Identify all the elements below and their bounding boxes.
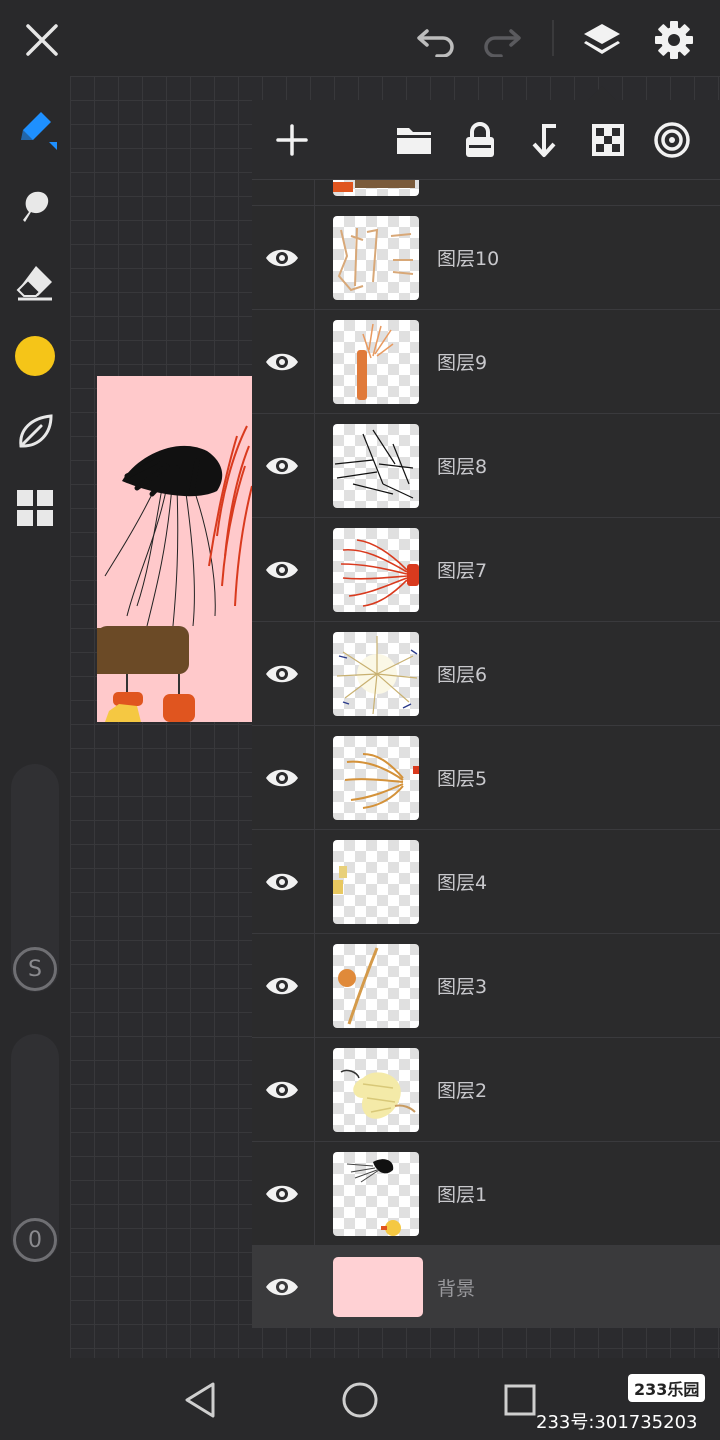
transparency-icon[interactable] [582,114,634,166]
layer-row-partial[interactable] [252,180,720,206]
layer-name: 背景 [437,1278,476,1300]
background-color-thumbnail[interactable] [333,1257,423,1317]
top-bar [0,0,720,76]
layers-panel: 图层10 图层9 图层8 图层7 图层6 图层5 图层4 图层3 图层2 图层1… [252,100,720,1328]
left-toolbar: S 0 [0,76,70,1358]
row-divider [314,622,315,725]
back-icon[interactable] [170,1370,230,1430]
layer-thumbnail [333,840,419,924]
layer-name: 图层6 [437,664,488,686]
layer-row[interactable]: 图层3 [252,934,720,1038]
visibility-eye-icon[interactable] [264,448,300,484]
undo-icon[interactable] [408,12,464,68]
layers-icon[interactable] [574,12,630,68]
row-divider [314,726,315,829]
grid-icon[interactable] [7,480,63,536]
close-icon[interactable] [14,12,70,68]
row-divider [314,414,315,517]
layers-list[interactable]: 图层10 图层9 图层8 图层7 图层6 图层5 图层4 图层3 图层2 图层1… [252,180,720,1328]
smudge-icon[interactable] [7,178,63,234]
visibility-eye-icon[interactable] [264,1072,300,1108]
eraser-icon[interactable] [7,254,63,310]
toolbar-divider [552,20,554,56]
layer-name: 图层8 [437,456,488,478]
visibility-eye-icon[interactable] [264,344,300,380]
layer-row[interactable]: 图层7 [252,518,720,622]
row-divider [314,1038,315,1141]
visibility-eye-icon[interactable] [264,864,300,900]
row-divider [314,830,315,933]
layer-row[interactable]: 图层9 [252,310,720,414]
layer-name: 图层4 [437,872,488,894]
brush-size-knob[interactable]: S [13,947,57,991]
row-divider [314,206,315,309]
watermark-text: 233号:301735203 [536,1412,698,1433]
layer-thumbnail [333,1152,419,1236]
watermark-logo: 233乐园 [628,1374,706,1402]
layer-row[interactable]: 图层5 [252,726,720,830]
add-layer-icon[interactable] [266,114,318,166]
layer-thumbnail [333,528,419,612]
layer-name: 图层9 [437,352,488,374]
panel-caret [588,86,616,100]
blend-mode-icon[interactable] [646,114,698,166]
lock-icon[interactable] [454,114,506,166]
color-swatch[interactable] [7,328,63,384]
visibility-eye-icon[interactable] [264,968,300,1004]
folder-icon[interactable] [388,114,440,166]
layer-thumbnail [333,1048,419,1132]
redo-icon[interactable] [474,12,530,68]
row-divider [314,934,315,1037]
system-nav-bar: 233乐园 233号:301735203 [0,1358,720,1440]
layers-panel-toolbar [252,100,720,180]
app-root: S 0 图层10 图层9 图层8 图层7 图层6 图层5 图层4 图层3 图层2… [0,0,720,1440]
layer-row[interactable]: 图层4 [252,830,720,934]
layer-thumbnail [333,180,419,196]
visibility-eye-icon[interactable] [264,552,300,588]
visibility-eye-icon[interactable] [264,760,300,796]
layer-name: 图层2 [437,1080,488,1102]
leaf-icon[interactable] [7,404,63,460]
layer-thumbnail [333,632,419,716]
layer-thumbnail [333,216,419,300]
layer-name: 图层3 [437,976,488,998]
layer-name: 图层10 [437,248,500,270]
visibility-eye-icon[interactable] [264,1269,300,1305]
row-divider [314,310,315,413]
row-divider [314,1142,315,1245]
home-icon[interactable] [330,1370,390,1430]
layer-row[interactable]: 图层8 [252,414,720,518]
layer-thumbnail [333,944,419,1028]
layer-row[interactable]: 图层6 [252,622,720,726]
merge-down-icon[interactable] [518,114,570,166]
background-layer-row[interactable]: 背景 [252,1246,720,1328]
visibility-eye-icon[interactable] [264,1176,300,1212]
brush-icon[interactable] [7,100,63,156]
layer-thumbnail [333,424,419,508]
layer-row[interactable]: 图层2 [252,1038,720,1142]
settings-icon[interactable] [646,12,702,68]
visibility-eye-icon[interactable] [264,240,300,276]
artwork[interactable] [97,376,252,722]
layer-thumbnail [333,320,419,404]
brush-opacity-knob[interactable]: 0 [13,1218,57,1262]
row-divider [314,180,315,205]
layer-thumbnail [333,736,419,820]
layer-row[interactable]: 图层10 [252,206,720,310]
visibility-eye-icon[interactable] [264,656,300,692]
layer-row[interactable]: 图层1 [252,1142,720,1246]
row-divider [314,518,315,621]
layer-name: 图层1 [437,1184,488,1206]
layer-name: 图层5 [437,768,488,790]
layer-name: 图层7 [437,560,488,582]
